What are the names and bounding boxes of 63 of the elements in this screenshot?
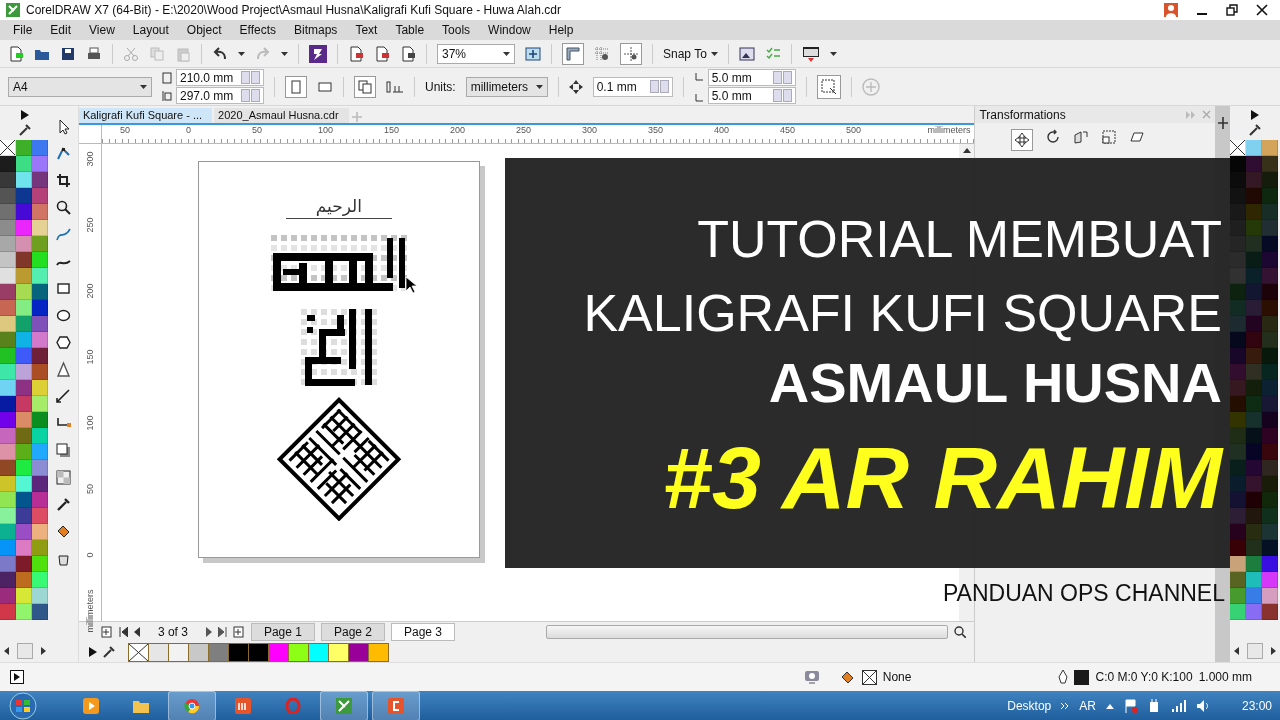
ruler-unit: millimeters xyxy=(927,125,971,137)
units-dropdown[interactable]: millimeters xyxy=(465,76,548,97)
ruler-label: 350 xyxy=(647,125,664,137)
zoom-level-dropdown[interactable]: 37% xyxy=(437,43,515,64)
banner-heading: #3 AR RAHIM xyxy=(662,427,1222,529)
ruler-label: 50 xyxy=(83,484,96,494)
desktop-toolbar[interactable]: Desktop xyxy=(1007,699,1052,713)
menu-item[interactable]: Edit xyxy=(41,23,81,37)
menu-item[interactable]: Layout xyxy=(123,23,178,37)
ruler-label: 250 xyxy=(83,217,96,233)
ruler-label: 0 xyxy=(83,552,96,558)
language-indicator[interactable]: AR xyxy=(1079,699,1096,713)
page-size-dropdown[interactable]: A4 xyxy=(8,76,152,97)
ruler-label: 300 xyxy=(83,151,96,167)
menu-item[interactable]: Help xyxy=(539,23,583,37)
ruler-unit: millimeters xyxy=(83,589,96,633)
ruler-label: 100 xyxy=(83,415,96,431)
banner-heading: TUTORIAL MEMBUAT xyxy=(697,209,1222,270)
menu-item[interactable]: Text xyxy=(346,23,387,37)
document-tab[interactable]: Kaligrafi Kufi Square - ... xyxy=(78,108,213,123)
menu-item[interactable]: Table xyxy=(386,23,434,37)
page-tab[interactable]: Page 3 xyxy=(391,623,456,641)
menu-item[interactable]: Effects xyxy=(230,23,285,37)
ruler-label: 50 xyxy=(119,125,131,137)
ruler-label: 400 xyxy=(713,125,730,137)
window-title: CorelDRAW X7 (64-Bit) - E:\2020\Wood Project\Asmaul Husna\Kaligrafi Kufi Square - Huwa Alah.cdr xyxy=(26,3,562,17)
page-counter: 3 of 3 xyxy=(156,625,189,639)
menu-item[interactable]: Object xyxy=(177,23,231,37)
arabic-heading: الرحيم xyxy=(285,196,392,219)
ruler-label: 250 xyxy=(515,125,532,137)
ruler-label: 200 xyxy=(83,283,96,299)
width-field[interactable]: 210.0 mm xyxy=(176,69,264,86)
menu-item[interactable]: Window xyxy=(479,23,540,37)
duplicate-y-field[interactable]: 5.0 mm xyxy=(707,87,796,104)
nudge-field[interactable]: 0.1 mm xyxy=(592,76,673,97)
document-tab[interactable]: 2020_Asmaul Husna.cdr xyxy=(214,108,349,123)
menu-item[interactable]: View xyxy=(80,23,124,37)
menu-item[interactable]: Tools xyxy=(433,23,480,37)
ruler-label: 450 xyxy=(779,125,796,137)
ruler-label: 50 xyxy=(251,125,263,137)
outline-width-status: 1.000 mm xyxy=(1198,670,1252,684)
docker-title: Transformations xyxy=(979,107,1067,122)
page-tab[interactable]: Page 2 xyxy=(320,623,385,641)
ruler-label: 200 xyxy=(449,125,466,137)
page-tab[interactable]: Page 1 xyxy=(250,623,315,641)
duplicate-x-field[interactable]: 5.0 mm xyxy=(707,69,796,86)
ruler-label: 300 xyxy=(581,125,598,137)
menu-item[interactable]: File xyxy=(4,23,42,37)
ruler-label: 100 xyxy=(317,125,334,137)
outline-color-status: C:0 M:0 Y:0 K:100 xyxy=(1095,670,1193,684)
ruler-label: 0 xyxy=(185,125,192,137)
snap-to-dropdown[interactable]: Snap To xyxy=(663,46,718,61)
channel-credit: PANDUAN OPS CHANNEL xyxy=(942,580,1225,607)
clock[interactable]: 23:00 xyxy=(1241,699,1272,713)
banner-heading: ASMAUL HUSNA xyxy=(768,350,1222,416)
ruler-label: 500 xyxy=(845,125,862,137)
ruler-label: 150 xyxy=(83,349,96,365)
units-label: Units: xyxy=(425,79,456,94)
fill-status: None xyxy=(882,670,912,684)
menu-item[interactable]: Bitmaps xyxy=(285,23,347,37)
height-field[interactable]: 297.0 mm xyxy=(176,87,264,104)
banner-heading: KALIGRAFI KUFI SQUARE xyxy=(583,283,1222,344)
ruler-label: 150 xyxy=(383,125,400,137)
